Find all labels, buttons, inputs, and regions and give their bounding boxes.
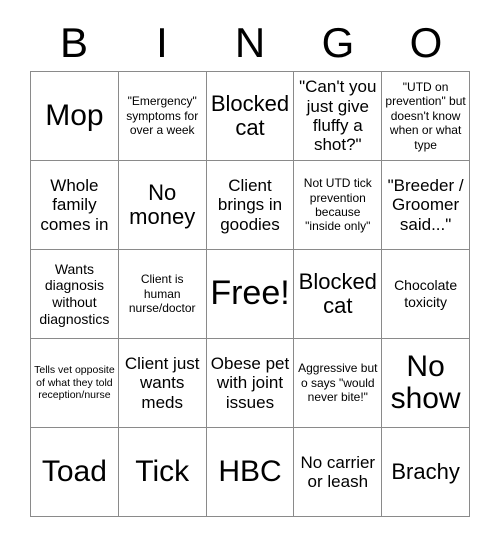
bingo-cell-label: No money	[129, 179, 196, 229]
bingo-card: B I N G O Mop "Emergency" symptoms for ov…	[0, 0, 500, 544]
bingo-cell[interactable]: Wants diagnosis without diagnostics	[31, 250, 119, 339]
bingo-cell[interactable]: "Breeder / Groomer said..."	[382, 161, 470, 250]
bingo-grid: Mop "Emergency" symptoms for over a week B…	[30, 71, 470, 517]
bingo-header-letter-g: G	[321, 18, 355, 66]
bingo-cell-label: Blocked cat	[210, 90, 290, 140]
bingo-header-row: B I N G O	[30, 14, 470, 71]
bingo-header-letter-i: I	[156, 18, 168, 66]
bingo-cell-label: Mop	[45, 99, 104, 133]
bingo-cell-label: Tick	[135, 455, 190, 489]
bingo-cell[interactable]: No money	[118, 161, 207, 250]
bingo-cell[interactable]: Blocked cat	[206, 72, 295, 161]
bingo-cell-label: No carrier or leash	[300, 452, 376, 491]
bingo-cell-label: Whole family comes in	[40, 175, 109, 234]
bingo-cell[interactable]: Client just wants meds	[118, 339, 207, 428]
bingo-cell-label: Obese pet with joint issues	[210, 353, 290, 412]
bingo-cell[interactable]: Obese pet with joint issues	[206, 339, 295, 428]
bingo-cell-label: Client is human nurse/doctor	[128, 272, 196, 316]
bingo-cell[interactable]: Blocked cat	[294, 250, 383, 339]
bingo-cell[interactable]: Client is human nurse/doctor	[118, 250, 207, 339]
bingo-cell-label: Blocked cat	[298, 268, 377, 318]
bingo-cell-label: "Emergency" symptoms for over a week	[126, 94, 199, 138]
bingo-cell-label: Chocolate toxicity	[394, 277, 458, 310]
bingo-cell[interactable]: HBC	[206, 428, 295, 517]
bingo-cell[interactable]: No carrier or leash	[294, 428, 383, 517]
bingo-cell-free-space[interactable]: Free!	[206, 250, 295, 339]
bingo-cell-label: Wants diagnosis without diagnostics	[39, 260, 110, 327]
bingo-cell[interactable]: Tick	[118, 428, 207, 517]
bingo-cell-label: No show	[390, 350, 461, 415]
bingo-cell-label: "Can't you just give fluffy a shot?"	[299, 77, 377, 155]
bingo-cell-label: "UTD on prevention" but doesn't know whe…	[385, 80, 466, 152]
bingo-cell[interactable]: Tells vet opposite of what they told rec…	[31, 339, 119, 428]
bingo-cell-label: Free!	[210, 274, 290, 313]
bingo-cell[interactable]: Mop	[31, 72, 119, 161]
bingo-cell[interactable]: No show	[382, 339, 470, 428]
bingo-cell[interactable]: "Can't you just give fluffy a shot?"	[294, 72, 383, 161]
bingo-cell[interactable]: Brachy	[382, 428, 470, 517]
bingo-cell-label: Toad	[41, 455, 107, 489]
bingo-cell[interactable]: Whole family comes in	[31, 161, 119, 250]
bingo-cell[interactable]: Chocolate toxicity	[382, 250, 470, 339]
bingo-cell-label: Aggressive but o says "would never bite!…	[298, 361, 378, 405]
bingo-cell[interactable]: "Emergency" symptoms for over a week	[118, 72, 207, 161]
bingo-cell-label: Client brings in goodies	[217, 175, 283, 234]
bingo-cell-label: Tells vet opposite of what they told rec…	[34, 363, 115, 402]
bingo-cell[interactable]: Not UTD tick prevention because "inside …	[294, 161, 383, 250]
bingo-cell[interactable]: Aggressive but o says "would never bite!…	[294, 339, 383, 428]
bingo-cell-label: Brachy	[391, 458, 460, 484]
bingo-header-letter-o: O	[409, 18, 443, 66]
bingo-cell-label: "Breeder / Groomer said..."	[387, 175, 464, 234]
bingo-header-letter-n: N	[234, 18, 266, 66]
bingo-header-letter-b: B	[59, 18, 88, 66]
bingo-cell-label: Not UTD tick prevention because "inside …	[303, 176, 372, 234]
bingo-cell[interactable]: "UTD on prevention" but doesn't know whe…	[382, 72, 470, 161]
bingo-cell-label: Client just wants meds	[124, 353, 200, 412]
bingo-cell-label: HBC	[218, 455, 282, 489]
bingo-cell[interactable]: Client brings in goodies	[206, 161, 295, 250]
bingo-cell[interactable]: Toad	[31, 428, 119, 517]
